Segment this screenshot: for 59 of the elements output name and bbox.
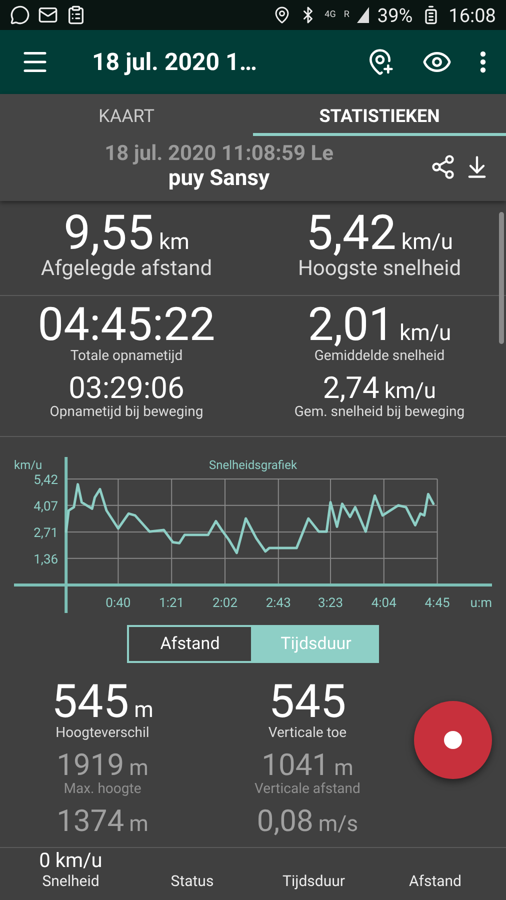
more-icon [480,51,486,73]
roaming-indicator: R [344,10,350,20]
stat-value: 9,55 km [64,209,190,257]
y-tick-label: 1,36 [34,552,58,568]
y-tick-label: 4,07 [34,499,58,514]
stat-value: 1919 m [56,751,148,781]
x-tick-label: 2:43 [266,596,291,611]
stat-label: Gemiddelde snelheid [314,348,445,364]
stat-value: 04:45:22 [38,302,216,348]
y-tick-label: 5,42 [34,473,58,488]
stat-label: Verticale afstand [254,781,360,797]
x-tick-label: 1:21 [159,596,184,611]
stat-value: 2,01 km/u [308,302,452,348]
clipboard-icon [66,5,86,25]
stat-label: Totale opnametijd [70,348,183,364]
stat-value: 1374 m [56,807,148,837]
x-tick-label: 4:45 [424,596,450,611]
chart-title: Snelheidsgrafiek [208,458,298,472]
signal-icon [357,7,370,23]
battery-percent: 39% [377,4,413,26]
axis-toggle-button[interactable]: Afstand [127,625,253,663]
mail-icon [38,5,58,25]
stat-value: 5,42 km/u [306,209,454,257]
x-axis-label: u:m [470,596,492,611]
tab[interactable]: STATISTIEKEN [253,94,506,136]
y-axis-label: km/u [14,458,42,472]
stat-value: 1041 m [262,751,354,781]
x-tick-label: 0:40 [106,596,131,611]
stat-value: 545 m [52,679,154,725]
bottom-bar-label: Tijdsduur [282,872,345,890]
network-type: 4G [324,10,336,20]
x-tick-label: 3:23 [318,596,344,611]
stat-value: 0,08 m/s [256,807,358,837]
stat-label: Max. hoogte [64,781,142,797]
stat-value: 2,74 km/u [322,374,436,404]
stat-label: Verticale toe [268,725,347,741]
location-icon [272,6,291,24]
scrollbar[interactable] [499,212,504,344]
y-tick-label: 2,71 [34,526,58,541]
stat-label: Hoogteverschil [56,725,150,741]
x-tick-label: 4:04 [371,596,396,611]
tab[interactable]: KAART [0,94,253,136]
share-icon [430,154,456,180]
track-title: 18 jul. 2020 11:08:59 Le [104,142,334,166]
bottom-bar-label: Afstand [408,872,462,890]
app-title: 18 jul. 2020 1… [91,48,258,76]
stat-label: Gem. snelheid bij beweging [294,404,465,420]
speed-readout: 0 km/u [39,848,102,872]
x-tick-label: 2:02 [212,596,238,611]
bottom-bar-label: Snelheid [42,872,100,890]
bottom-bar-label: Status [170,872,214,890]
stat-label: Afgelegde afstand [40,257,212,281]
chat-icon [10,5,30,25]
stat-value: 03:29:06 [68,374,184,404]
track-subtitle: puy Sansy [168,166,270,191]
stat-label: Opnametijd bij beweging [50,404,204,420]
stat-label: Hoogste snelheid [298,257,462,281]
clock: 16:08 [448,4,496,26]
stat-value: 545 [268,679,346,725]
